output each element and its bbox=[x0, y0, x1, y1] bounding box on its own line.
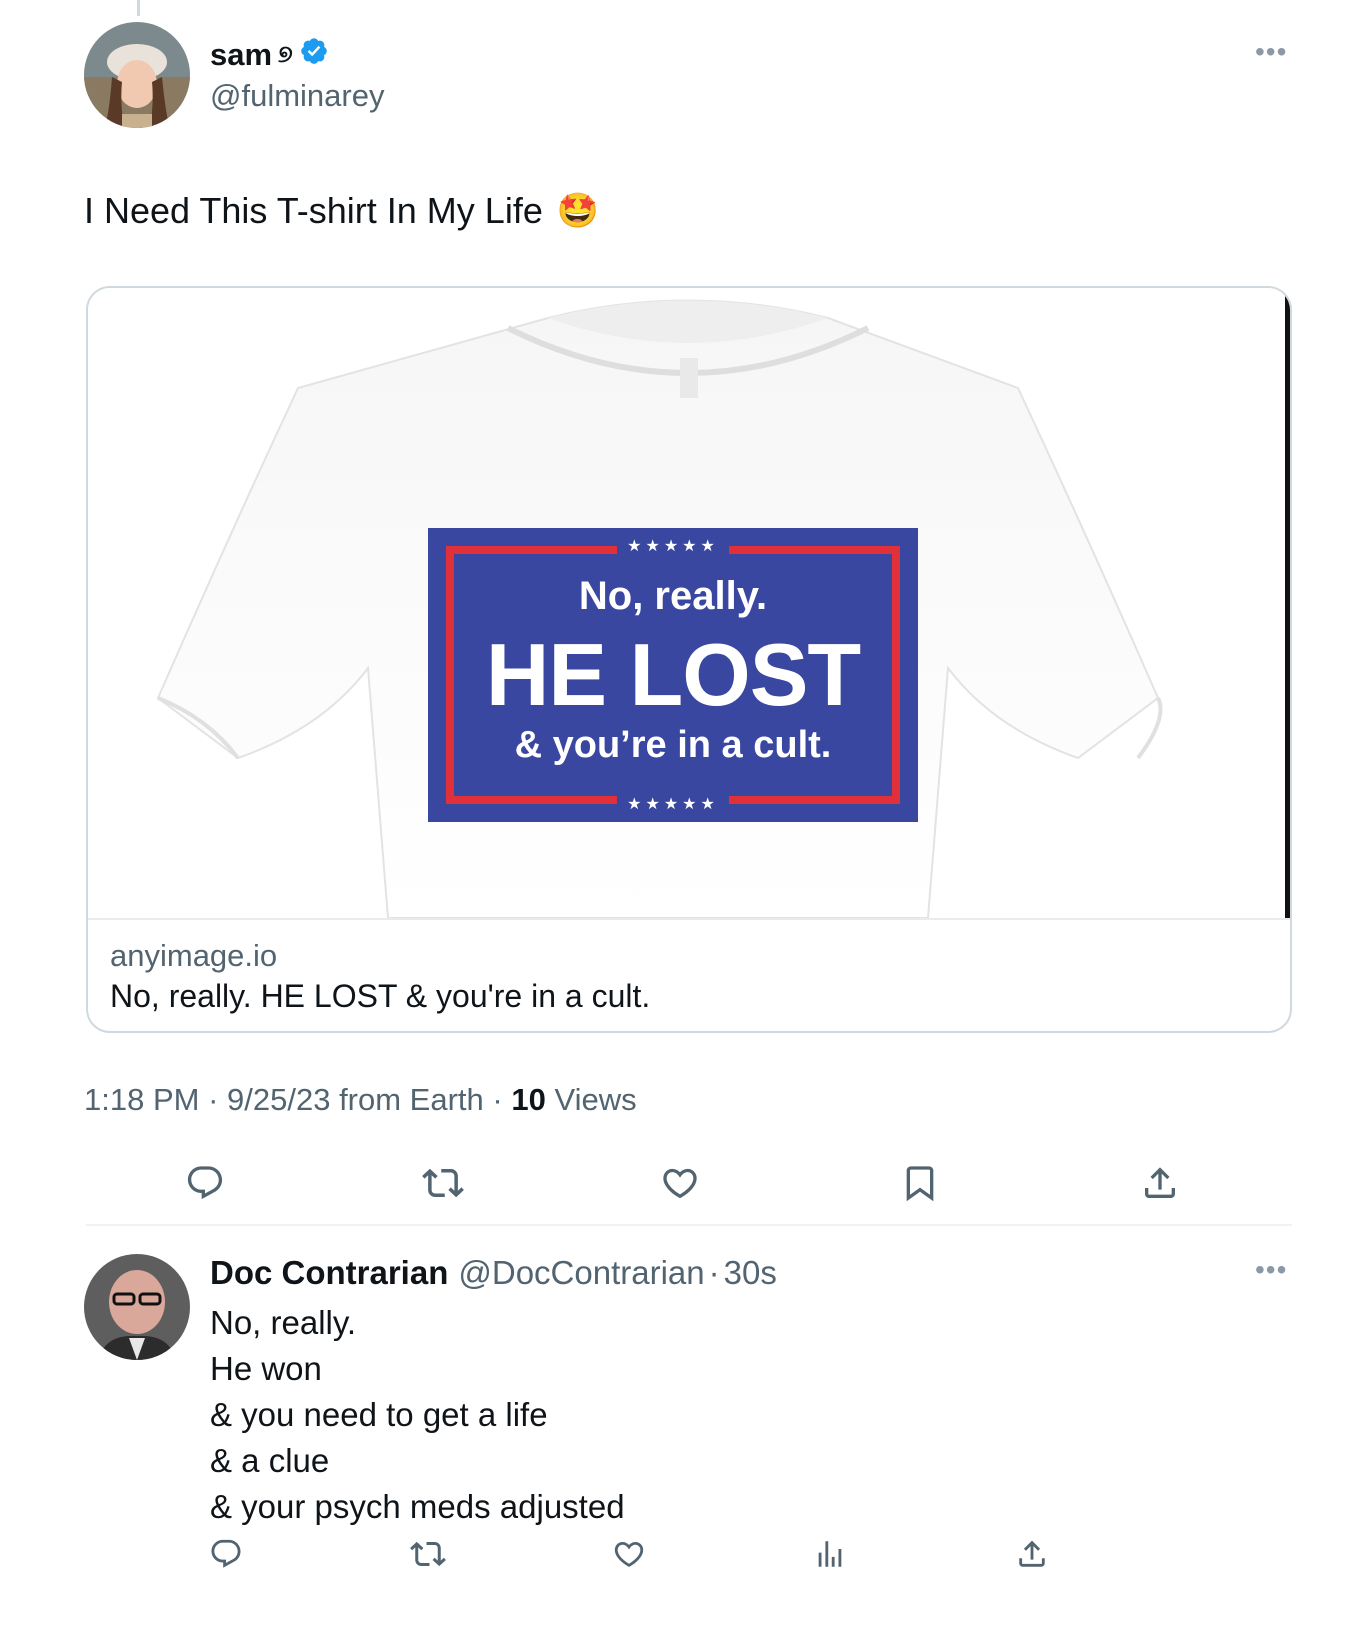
card-title: No, really. HE LOST & you're in a cult. bbox=[110, 978, 651, 1014]
meta-separator: · bbox=[492, 1082, 503, 1117]
sign-stars-top: ★★★★★ bbox=[428, 536, 918, 556]
sign-stars-bottom: ★★★★★ bbox=[428, 794, 918, 814]
link-card[interactable]: ★★★★★ No, really. HE LOST & you’re in a … bbox=[86, 286, 1292, 1033]
card-image[interactable]: ★★★★★ No, really. HE LOST & you’re in a … bbox=[88, 288, 1290, 918]
reply-like-button[interactable] bbox=[607, 1532, 651, 1576]
shirt-print-sign: ★★★★★ No, really. HE LOST & you’re in a … bbox=[428, 528, 918, 822]
reply-author-name[interactable]: Doc Contrarian bbox=[210, 1254, 448, 1292]
reply-text: No, really. He won & you need to get a l… bbox=[210, 1300, 625, 1530]
reply-time[interactable]: 30s bbox=[724, 1254, 777, 1292]
reply-author-handle[interactable]: @DocContrarian bbox=[458, 1254, 704, 1292]
share-icon bbox=[1145, 1167, 1175, 1198]
share-button[interactable] bbox=[1135, 1158, 1185, 1208]
reply-icon bbox=[187, 1166, 223, 1200]
author-name-text: sam bbox=[210, 37, 273, 72]
like-button[interactable] bbox=[655, 1158, 705, 1208]
tweet-meta: 1:18 PM · 9/25/23 from Earth · 10 Views bbox=[84, 1082, 637, 1118]
reply-line: No, really. bbox=[210, 1304, 357, 1341]
reply-line: & a clue bbox=[210, 1442, 330, 1479]
retweet-icon bbox=[422, 1168, 464, 1198]
reply-author-avatar[interactable] bbox=[84, 1254, 190, 1360]
retweet-button[interactable] bbox=[418, 1158, 468, 1208]
tweet-divider bbox=[86, 1224, 1292, 1226]
tweet-text: I Need This T-shirt In My Life 🤩 bbox=[84, 190, 599, 232]
reply-line: & your psych meds adjusted bbox=[210, 1488, 625, 1525]
retweet-icon bbox=[410, 1541, 446, 1567]
card-divider bbox=[88, 918, 1290, 920]
image-edge-bar bbox=[1285, 296, 1290, 918]
author-name-suffix: ୭ bbox=[278, 41, 293, 68]
reply-separator: · bbox=[708, 1254, 720, 1291]
sign-line-3: & you’re in a cult. bbox=[514, 724, 832, 766]
author-name[interactable]: sam ୭ bbox=[210, 36, 329, 74]
reply-button[interactable] bbox=[180, 1158, 230, 1208]
bookmark-icon bbox=[906, 1166, 934, 1202]
reply-analytics-button[interactable] bbox=[808, 1532, 852, 1576]
card-domain: anyimage.io bbox=[110, 938, 278, 973]
sign-line-2: HE LOST bbox=[485, 625, 861, 724]
views-label: Views bbox=[554, 1082, 637, 1117]
star-struck-emoji-icon: 🤩 bbox=[556, 192, 600, 230]
like-icon bbox=[614, 1541, 644, 1567]
author-avatar[interactable] bbox=[84, 22, 190, 128]
bookmark-button[interactable] bbox=[895, 1158, 945, 1208]
tweet-time[interactable]: 1:18 PM bbox=[84, 1082, 199, 1117]
reply-more-options-icon[interactable]: ••• bbox=[1255, 1254, 1287, 1286]
thread-connector-line bbox=[137, 0, 140, 16]
sign-line-1: No, really. bbox=[578, 574, 768, 618]
tweet-text-content: I Need This T-shirt In My Life bbox=[84, 190, 543, 231]
reply-icon bbox=[211, 1539, 241, 1568]
reply-reply-button[interactable] bbox=[204, 1532, 248, 1576]
reply-header: Doc Contrarian @DocContrarian · 30s bbox=[210, 1254, 777, 1292]
share-icon bbox=[1019, 1540, 1045, 1567]
author-handle[interactable]: @fulminarey bbox=[210, 78, 384, 114]
reply-line: & you need to get a life bbox=[210, 1396, 548, 1433]
reply-retweet-button[interactable] bbox=[406, 1532, 450, 1576]
like-icon bbox=[663, 1168, 697, 1199]
meta-separator: · bbox=[208, 1082, 219, 1117]
analytics-icon bbox=[818, 1541, 842, 1567]
verified-badge-icon bbox=[299, 36, 329, 74]
views-count: 10 bbox=[511, 1082, 546, 1117]
reply-share-button[interactable] bbox=[1010, 1532, 1054, 1576]
tweet-date-source[interactable]: 9/25/23 from Earth bbox=[227, 1082, 484, 1117]
more-options-icon[interactable]: ••• bbox=[1255, 36, 1287, 68]
reply-line: He won bbox=[210, 1350, 322, 1387]
